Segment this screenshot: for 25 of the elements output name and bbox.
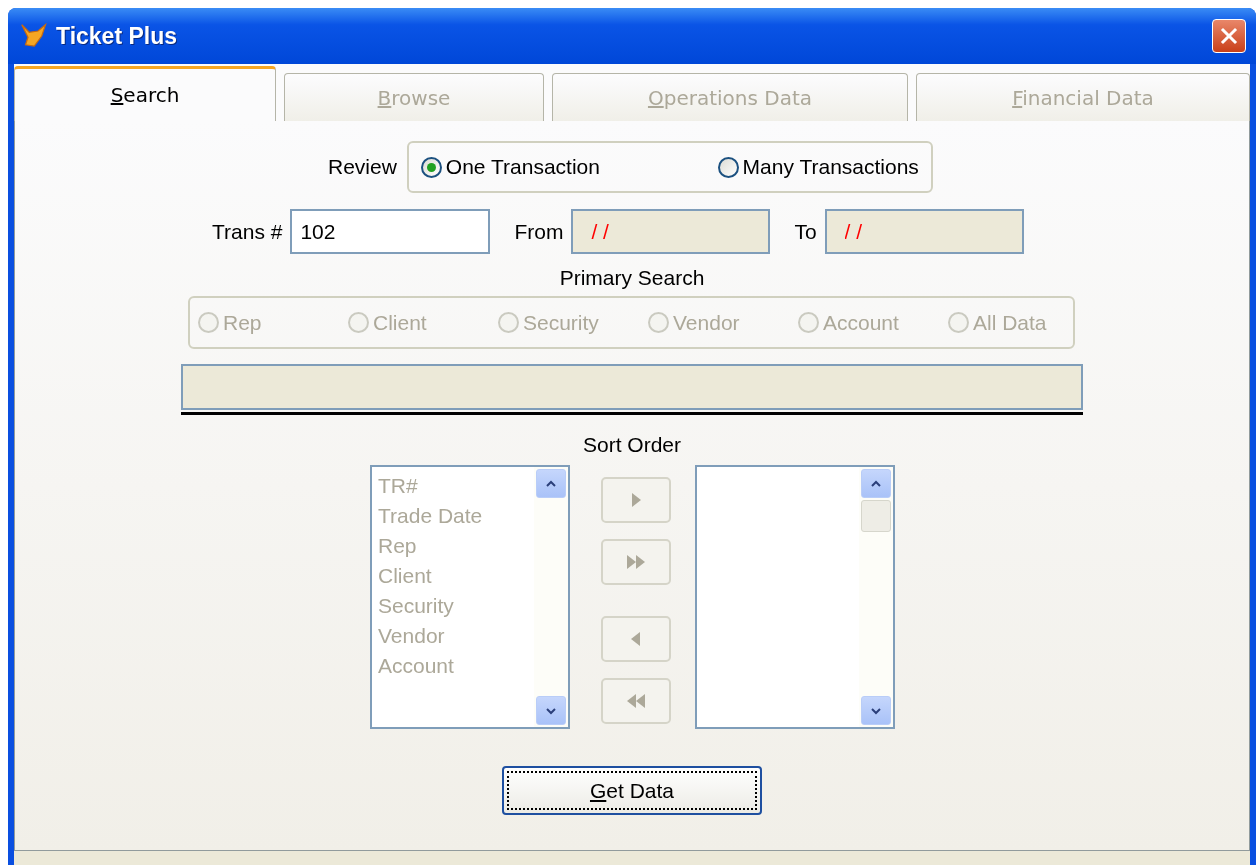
review-label: Review xyxy=(328,155,397,179)
window-title: Ticket Plus xyxy=(56,22,179,50)
scroll-down-icon[interactable] xyxy=(536,696,566,725)
close-icon xyxy=(1219,26,1239,46)
radio-button[interactable]: Many Transactions xyxy=(717,155,919,179)
scroll-up-icon[interactable] xyxy=(536,469,566,498)
trans-field[interactable]: 102 xyxy=(290,209,491,254)
scroll-up-icon[interactable] xyxy=(861,469,891,498)
sort-order-list[interactable] xyxy=(695,465,895,729)
get-data-button[interactable]: Get Data xyxy=(502,766,762,815)
radio-icon[interactable] xyxy=(420,156,442,178)
tab[interactable]: Search xyxy=(14,66,276,121)
radio-button[interactable]: One Transaction xyxy=(420,155,600,179)
radio-icon[interactable] xyxy=(717,156,739,178)
close-button[interactable] xyxy=(1212,19,1246,53)
primary-search-label: Primary Search xyxy=(559,266,705,290)
scroll-down-icon[interactable] xyxy=(861,696,891,725)
scrollbar[interactable] xyxy=(859,467,893,727)
search-value-field[interactable] xyxy=(181,364,1083,410)
scroll-thumb[interactable] xyxy=(861,500,891,532)
sort-order-label: Sort Order xyxy=(583,433,681,457)
trans-label: Trans # xyxy=(212,219,283,244)
from-label: From xyxy=(514,219,564,244)
scrollbar[interactable] xyxy=(534,467,568,727)
to-label: To xyxy=(794,219,817,244)
